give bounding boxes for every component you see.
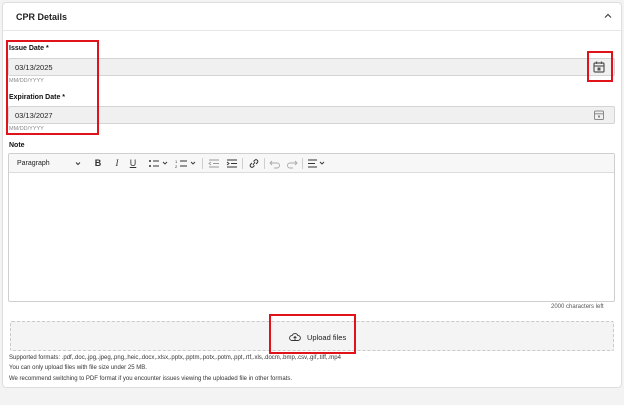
indent-icon[interactable] <box>225 157 239 170</box>
toolbar-divider <box>302 158 303 169</box>
bulleted-list-icon[interactable] <box>148 157 170 170</box>
numbered-list-icon[interactable]: 1 2 <box>175 157 199 170</box>
note-editor[interactable]: Paragraph B I U 1 2 <box>8 153 615 302</box>
redo-icon[interactable] <box>285 157 299 170</box>
issue-date-input[interactable]: 03/13/2025 <box>8 58 615 76</box>
svg-text:2: 2 <box>175 164 178 169</box>
chevron-up-icon[interactable] <box>603 11 613 21</box>
supported-formats-text: Supported formats: .pdf,.doc,.jpg,.jpeg,… <box>9 355 341 361</box>
cpr-details-card: CPR Details Issue Date * 03/13/2025 MM/D… <box>2 2 623 388</box>
file-size-limit-text: You can only upload files with file size… <box>9 365 147 371</box>
expiration-date-input[interactable]: 03/13/2027 <box>8 106 615 124</box>
chevron-down-icon <box>75 162 81 166</box>
highlight-calendar-button <box>587 51 613 82</box>
calendar-icon[interactable] <box>592 108 606 122</box>
character-count: 2000 characters left <box>551 304 604 310</box>
paragraph-format-select[interactable]: Paragraph <box>13 157 85 170</box>
align-icon[interactable] <box>306 157 328 170</box>
highlight-date-fields <box>6 40 99 135</box>
toolbar-divider <box>202 158 203 169</box>
highlight-upload-button <box>269 314 356 354</box>
outdent-icon[interactable] <box>207 157 221 170</box>
undo-icon[interactable] <box>268 157 282 170</box>
bold-button[interactable]: B <box>93 157 103 170</box>
underline-button[interactable]: U <box>128 157 138 170</box>
toolbar-divider <box>242 158 243 169</box>
section-title: CPR Details <box>16 12 68 22</box>
italic-button[interactable]: I <box>112 157 122 170</box>
pdf-recommendation-text: We recommend switching to PDF format if … <box>9 376 293 382</box>
note-label: Note <box>9 142 25 149</box>
link-icon[interactable] <box>247 157 261 170</box>
card-header[interactable]: CPR Details <box>3 3 623 31</box>
editor-toolbar: Paragraph B I U 1 2 <box>9 154 614 173</box>
toolbar-divider <box>264 158 265 169</box>
